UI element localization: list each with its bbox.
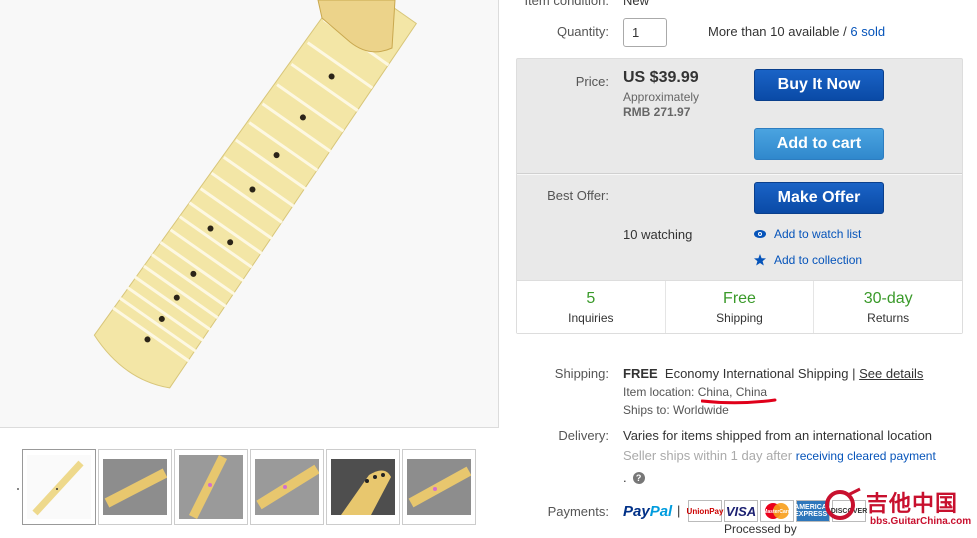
eye-icon bbox=[754, 230, 766, 238]
availability-label: More than 10 available / bbox=[708, 24, 847, 39]
stat-inquiries: 5 Inquiries bbox=[517, 281, 666, 333]
stat-shipping-value: Free bbox=[723, 290, 756, 307]
add-to-collection-link[interactable]: Add to collection bbox=[754, 253, 862, 267]
buybox-divider-highlight bbox=[517, 174, 962, 175]
see-details-link[interactable]: See details bbox=[859, 366, 923, 381]
stat-shipping: Free Shipping bbox=[666, 281, 815, 333]
thumbnail-indicator bbox=[17, 488, 19, 490]
stat-returns-label: Returns bbox=[867, 311, 910, 325]
shipping-label: Shipping: bbox=[554, 366, 609, 381]
approx-label: Approximately bbox=[623, 90, 700, 104]
thumbnail-strip bbox=[22, 449, 476, 525]
condition-value: New bbox=[623, 0, 650, 8]
approx-rmb: RMB 271.97 bbox=[623, 105, 691, 119]
stat-returns-value: 30-day bbox=[863, 290, 913, 307]
quantity-input[interactable] bbox=[623, 18, 667, 47]
delivery-help: . ? bbox=[623, 470, 645, 485]
delivery-text: Varies for items shipped from an interna… bbox=[623, 428, 933, 443]
availability-text: More than 10 available / 6 sold bbox=[708, 24, 885, 39]
watermark-title: 吉他中国 bbox=[866, 491, 959, 516]
thumbnail-neck-angle-2[interactable] bbox=[174, 449, 248, 525]
mastercard-label: MasterCard bbox=[763, 509, 791, 515]
watermark-subtitle: bbs.GuitarChina.com bbox=[870, 516, 972, 527]
shipping-free: FREE bbox=[623, 366, 658, 381]
help-icon[interactable]: ? bbox=[632, 471, 645, 484]
watching-count: 10 watching bbox=[623, 227, 693, 242]
add-to-watch-list-link[interactable]: Add to watch list bbox=[754, 227, 861, 241]
payments-label: Payments: bbox=[547, 504, 609, 519]
paypal-logo-pay: Pay bbox=[623, 503, 650, 520]
sold-count-link[interactable]: 6 sold bbox=[850, 24, 885, 39]
thumbnail-neck-full[interactable] bbox=[22, 449, 96, 525]
payments-separator: | bbox=[677, 503, 681, 518]
guitar-logo-icon bbox=[825, 487, 861, 520]
star-icon bbox=[754, 254, 766, 266]
stat-shipping-label: Shipping bbox=[716, 311, 763, 325]
processed-by: Processed by bbox=[724, 522, 797, 536]
price-value: US $39.99 bbox=[623, 69, 699, 86]
stats-row: 5 Inquiries Free Shipping 30-day Returns bbox=[517, 280, 962, 333]
stat-inquiries-label: Inquiries bbox=[568, 311, 614, 325]
thumbnail-headstock-closeup[interactable] bbox=[326, 449, 400, 525]
thumbnail-neck-angle-3[interactable] bbox=[250, 449, 324, 525]
add-to-cart-button[interactable]: Add to cart bbox=[754, 128, 884, 160]
paypal-logo: PayPal bbox=[623, 503, 672, 520]
condition-label: Item condition: bbox=[524, 0, 609, 8]
paypal-logo-pal: Pal bbox=[649, 503, 673, 520]
stat-inquiries-value: 5 bbox=[586, 290, 596, 307]
cleared-payment-link[interactable]: receiving cleared payment bbox=[796, 449, 936, 463]
seller-ships: Seller ships within 1 day after receivin… bbox=[623, 448, 936, 463]
best-offer-label: Best Offer: bbox=[547, 188, 609, 203]
delivery-dot: . bbox=[623, 470, 627, 485]
ships-to: Ships to: Worldwide bbox=[623, 403, 729, 417]
visa-icon: VISA bbox=[724, 500, 758, 522]
thumbnail-neck-angle-4[interactable] bbox=[402, 449, 476, 525]
mastercard-icon: MasterCard bbox=[760, 500, 794, 522]
item-location-label: Item location: bbox=[623, 385, 695, 399]
unionpay-icon: UnionPay bbox=[687, 500, 723, 522]
stat-returns: 30-day Returns bbox=[814, 281, 962, 333]
thumbnail-neck-angle-1[interactable] bbox=[98, 449, 172, 525]
make-offer-button[interactable]: Make Offer bbox=[754, 182, 884, 214]
add-to-collection-label: Add to collection bbox=[774, 253, 863, 267]
delivery-label: Delivery: bbox=[558, 428, 609, 443]
seller-ships-text: Seller ships within 1 day after bbox=[623, 448, 793, 463]
quantity-label: Quantity: bbox=[556, 24, 609, 39]
shipping-info: FREE Economy International Shipping | Se… bbox=[623, 366, 923, 381]
add-to-watch-list-label: Add to watch list bbox=[774, 227, 862, 241]
main-product-image[interactable] bbox=[0, 0, 499, 428]
shipping-method: Economy International Shipping | bbox=[664, 366, 856, 381]
buy-it-now-button[interactable]: Buy It Now bbox=[754, 69, 884, 101]
approx-price: Approximately RMB 271.97 bbox=[623, 90, 699, 120]
price-label: Price: bbox=[575, 74, 609, 89]
